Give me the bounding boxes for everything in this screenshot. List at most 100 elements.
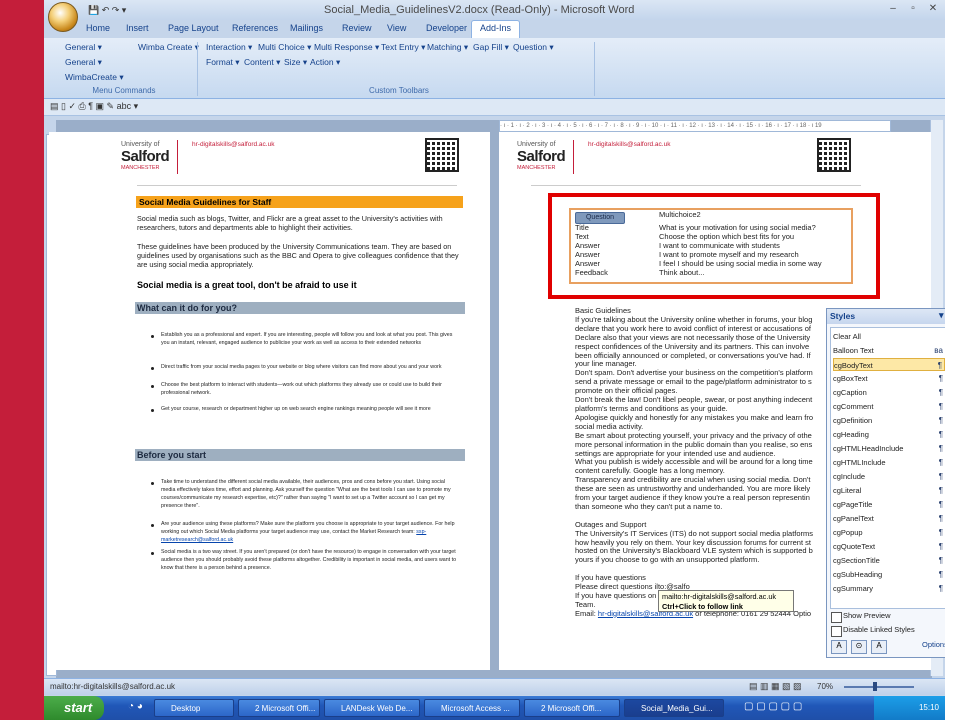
quick-launch-icons[interactable]: ◔ ◕ — [128, 701, 143, 712]
general-menu-2[interactable]: General ▾ — [65, 57, 102, 68]
style-item[interactable]: cgPageTitle ¶ — [833, 498, 945, 511]
style-item-label: cgHeading — [833, 430, 869, 439]
taskbar-item-desktop[interactable]: Desktop — [154, 699, 234, 717]
format-menu[interactable]: Format ▾ — [206, 57, 240, 68]
style-item-label: cgBodyText — [834, 361, 873, 370]
qr-code — [817, 138, 851, 172]
tray-icons[interactable]: ▢ ▢ ▢ ▢ ▢ — [744, 701, 802, 712]
highlight-box — [548, 193, 880, 299]
legacy-toolbar: ▤ ▯ ✓ ⎙ ¶ ▣ ✎ abc ▾ — [44, 99, 945, 116]
style-item[interactable]: cgPopup ¶ — [833, 526, 945, 539]
paragraph-icon: ¶ — [938, 514, 943, 523]
tooltip-hint: Ctrl+Click to follow link — [662, 602, 743, 611]
tab-references[interactable]: References — [232, 23, 278, 33]
wimba-create-menu[interactable]: Wimba Create ▾ — [138, 42, 199, 53]
style-item[interactable]: cgHTMLInclude ¶ — [833, 456, 945, 469]
list-item: Direct traffic from your social media pa… — [161, 364, 442, 370]
style-item-label: cgComment — [833, 402, 874, 411]
question-menu[interactable]: Question ▾ — [513, 42, 554, 53]
tab-view[interactable]: View — [387, 23, 406, 33]
matching-menu[interactable]: Matching ▾ — [427, 42, 468, 53]
horizontal-ruler: · ı · 1 · ı · 2 · ı · 3 · ı · 4 · ı · 5 … — [499, 120, 891, 132]
body-line: more personal information in the public … — [575, 440, 813, 449]
style-item[interactable]: cgSubHeading ¶ — [833, 568, 945, 581]
taskbar-item-word[interactable]: Social_Media_Gui... — [624, 699, 724, 717]
body-line: how heavily you rely on them. Your key d… — [575, 538, 811, 547]
clock: 15:10 — [918, 703, 939, 712]
custom-toolbars-label: Custom Toolbars — [369, 86, 429, 95]
start-label: start — [64, 700, 93, 715]
bullet — [151, 524, 154, 527]
show-preview-checkbox[interactable] — [831, 612, 842, 623]
paragraph-icon: ¶ — [938, 416, 943, 425]
tab-addins[interactable]: Add-Ins — [480, 23, 511, 33]
body-line: What you publish is widely accessible an… — [575, 458, 813, 467]
maximize-button[interactable]: ▫ — [906, 3, 920, 15]
style-item[interactable]: cgSectionTitle ¶ — [833, 554, 945, 567]
logo-divider — [573, 140, 574, 174]
list-item: Establish you as a professional and expe… — [161, 332, 453, 346]
style-item[interactable]: cgHTMLHeadInclude ¶ — [833, 442, 945, 455]
style-item[interactable]: cgPanelText ¶ — [833, 512, 945, 525]
size-menu[interactable]: Size ▾ — [284, 57, 307, 68]
left-decor-bar — [0, 0, 44, 720]
tab-insert[interactable]: Insert — [126, 23, 149, 33]
tab-developer[interactable]: Developer — [426, 23, 467, 33]
style-item-selected[interactable]: cgBodyText ¶ — [833, 358, 945, 371]
paragraph-icon: ¶ — [938, 528, 943, 537]
tab-mailings[interactable]: Mailings — [290, 23, 323, 33]
linked-style-icon: ʙa — [934, 346, 943, 355]
interaction-menu[interactable]: Interaction ▾ — [206, 42, 252, 53]
zoom-slider[interactable] — [844, 686, 914, 688]
gap-fill-menu[interactable]: Gap Fill ▾ — [473, 42, 509, 53]
tab-page-layout[interactable]: Page Layout — [168, 23, 219, 33]
style-item[interactable]: cgComment ¶ — [833, 400, 945, 413]
view-buttons[interactable]: ▤ ▥ ▦ ▧ ▨ — [749, 681, 802, 692]
section-before-you-start: Before you start — [135, 449, 465, 461]
style-item[interactable]: Balloon Text ʙa — [833, 344, 945, 357]
multi-choice-menu[interactable]: Multi Choice ▾ — [258, 42, 311, 53]
taskbar-item-office-1[interactable]: 2 Microsoft Offi... — [238, 699, 320, 717]
close-button[interactable]: ✕ — [926, 3, 940, 15]
general-menu-1[interactable]: General ▾ — [65, 42, 102, 53]
style-inspector-icon[interactable]: ⊙ — [851, 640, 867, 654]
multi-response-menu[interactable]: Multi Response ▾ — [314, 42, 379, 53]
new-style-icon[interactable]: A — [831, 640, 847, 654]
style-item[interactable]: cgLiteral ¶ — [833, 484, 945, 497]
toolbar-icons[interactable]: ▤ ▯ ✓ ⎙ ¶ ▣ ✎ abc ▾ — [50, 101, 138, 112]
style-item-label: cgBoxText — [833, 374, 868, 383]
list-item-text: Are your audience using these platforms?… — [161, 521, 455, 535]
taskbar-item-access[interactable]: Microsoft Access ... — [424, 699, 520, 717]
body-line: If you have questions — [575, 574, 646, 583]
text-entry-menu[interactable]: Text Entry ▾ — [381, 42, 425, 53]
wimbacreate-menu[interactable]: WimbaCreate ▾ — [65, 72, 124, 83]
start-button[interactable]: start — [44, 696, 104, 720]
taskbar-item-landesk[interactable]: LANDesk Web De... — [324, 699, 420, 717]
quick-access-toolbar[interactable]: 💾 ↶ ↷ ▾ — [88, 5, 126, 16]
style-item[interactable]: cgDefinition ¶ — [833, 414, 945, 427]
action-menu[interactable]: Action ▾ — [310, 57, 340, 68]
style-item[interactable]: cgHeading ¶ — [833, 428, 945, 441]
paragraph-icon: ¶ — [938, 486, 943, 495]
zoom-level[interactable]: 70% — [817, 682, 833, 691]
taskbar-item-office-2[interactable]: 2 Microsoft Offi... — [524, 699, 620, 717]
style-item[interactable]: cgInclude ¶ — [833, 470, 945, 483]
minimize-button[interactable]: – — [886, 3, 900, 15]
body-line — [575, 512, 835, 521]
style-item[interactable]: cgCaption ¶ — [833, 386, 945, 399]
style-item[interactable]: cgSummary ¶ — [833, 582, 945, 595]
pane-menu-icon[interactable]: ▾ — [939, 310, 944, 321]
tab-review[interactable]: Review — [342, 23, 372, 33]
style-item-clear-all[interactable]: Clear All — [833, 330, 945, 343]
style-item[interactable]: cgQuoteText ¶ — [833, 540, 945, 553]
header-email: hr-digitalskills@salford.ac.uk — [588, 141, 671, 148]
content-menu[interactable]: Content ▾ — [244, 57, 280, 68]
zoom-slider-thumb[interactable] — [873, 682, 877, 691]
manage-styles-icon[interactable]: A — [871, 640, 887, 654]
disable-linked-checkbox[interactable] — [831, 626, 842, 637]
style-item[interactable]: cgBoxText ¶ — [833, 372, 945, 385]
tab-home[interactable]: Home — [86, 23, 110, 33]
header-rule — [137, 185, 457, 186]
options-link[interactable]: Options... — [922, 640, 945, 649]
body-line: Declare also that your views are not nec… — [575, 333, 811, 342]
